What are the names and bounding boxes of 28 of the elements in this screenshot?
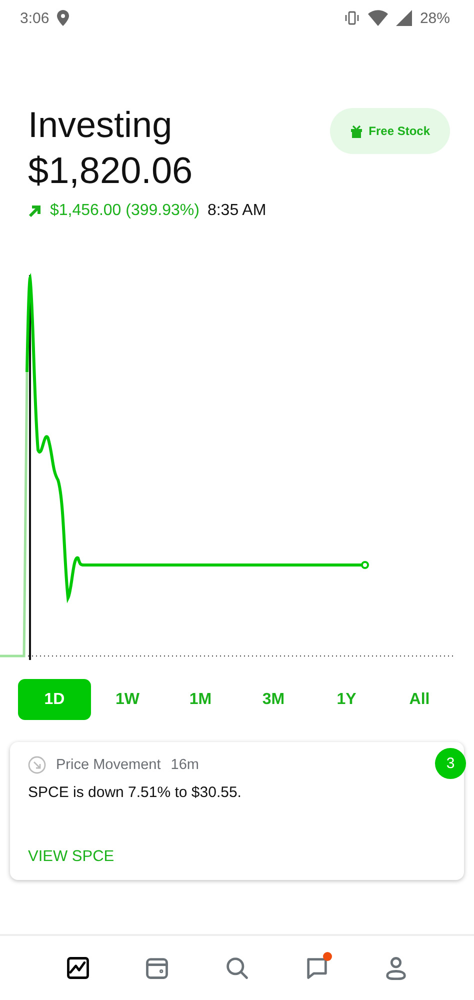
free-stock-button[interactable]: Free Stock (330, 108, 450, 154)
period-tab[interactable]: 1M (164, 679, 237, 720)
period-tab[interactable]: 1D (18, 679, 91, 720)
period-tab[interactable]: All (383, 679, 456, 720)
notification-age: 16m (170, 757, 199, 773)
period-tab[interactable]: 3M (237, 679, 310, 720)
vibrate-icon (344, 10, 360, 26)
notification-dot (322, 952, 332, 961)
period-tab[interactable]: 1W (91, 679, 164, 720)
wifi-icon (368, 10, 388, 26)
portfolio-value: $1,820.06 (28, 149, 194, 193)
search-icon (224, 955, 250, 981)
page-title: Investing (28, 104, 174, 146)
battery-level: 28% (420, 10, 450, 26)
view-stock-link[interactable]: VIEW SPCE (28, 848, 446, 866)
notification-category: Price Movement (56, 757, 161, 773)
chart-icon (64, 955, 91, 981)
notification-message: SPCE is down 7.51% to $30.55. (28, 784, 242, 801)
wallet-icon (144, 955, 170, 981)
period-tab[interactable]: 1Y (310, 679, 383, 720)
change-time: 8:35 AM (207, 202, 266, 220)
gift-icon (350, 124, 363, 138)
arrow-icon (28, 204, 42, 218)
signal-icon (396, 10, 412, 26)
change-amount: $1,456.00 (399.93%) (50, 202, 200, 220)
location-icon (57, 10, 70, 26)
clock: 3:06 (20, 10, 50, 26)
notification-count: 3 (435, 748, 466, 779)
